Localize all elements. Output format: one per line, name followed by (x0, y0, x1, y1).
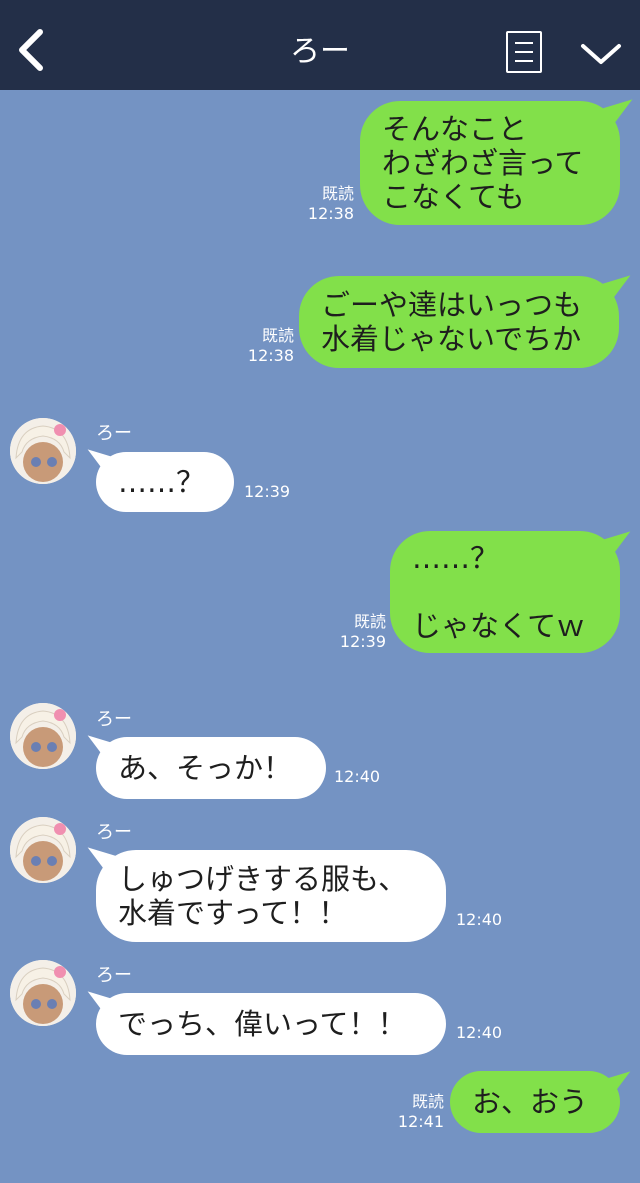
sender-name: ろー (96, 709, 132, 730)
message-bubble[interactable]: でっち、偉いって！！ (96, 993, 446, 1055)
read-receipt: 既読 12:41 (397, 1092, 444, 1131)
message-bubble[interactable]: しゅつげきする服も、 水着ですって！！ (96, 850, 446, 942)
avatar[interactable] (10, 418, 76, 484)
message-time: 12:40 (456, 1023, 503, 1042)
message-bubble[interactable]: ごーや達はいっつも 水着じゃないでちか (299, 276, 619, 368)
sender-name: ろー (96, 965, 132, 986)
avatar[interactable] (10, 960, 76, 1026)
menu-icon[interactable] (506, 31, 542, 73)
avatar[interactable] (10, 817, 76, 883)
chat-header: ろー (0, 0, 640, 90)
message-bubble[interactable]: ……？ (96, 452, 234, 512)
chat-title: ろー (290, 34, 350, 69)
avatar[interactable] (10, 703, 76, 769)
read-receipt: 既読 12:38 (307, 184, 354, 223)
message-time: 12:39 (244, 482, 291, 501)
message-time: 12:40 (334, 767, 381, 786)
message-bubble[interactable]: ……？ じゃなくてｗ (390, 531, 620, 653)
read-receipt: 既読 12:38 (247, 326, 294, 365)
chevron-down-icon[interactable] (580, 38, 622, 68)
sender-name: ろー (96, 822, 132, 843)
message-bubble[interactable]: そんなこと わざわざ言って こなくても (360, 101, 620, 225)
message-bubble[interactable]: あ、そっか！ (96, 737, 326, 799)
message-time: 12:40 (456, 910, 503, 929)
read-receipt: 既読 12:39 (339, 612, 386, 651)
sender-name: ろー (96, 423, 132, 444)
message-bubble[interactable]: お、おう (450, 1071, 620, 1133)
